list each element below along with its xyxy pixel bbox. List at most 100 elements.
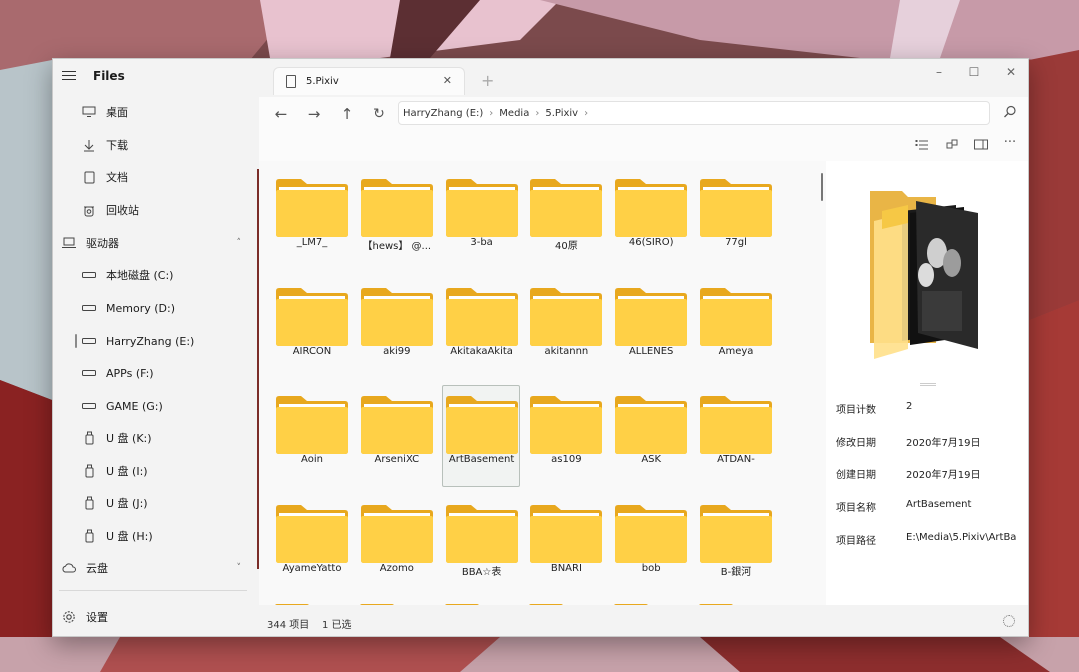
panel-resize-handle[interactable]: [920, 383, 936, 386]
sidebar-header: Files: [53, 59, 259, 95]
desktop-icon: [81, 104, 97, 120]
search-icon[interactable]: [1003, 105, 1019, 121]
toolbar: ···: [259, 131, 1028, 161]
chevron-right-icon: ›: [584, 107, 589, 119]
app-title: Files: [93, 69, 125, 83]
tab-label: 5.Pixiv: [306, 76, 339, 87]
breadcrumb-segment[interactable]: HarryZhang (E:): [403, 108, 483, 119]
sidebar-item-回收站[interactable]: 回收站: [59, 195, 247, 225]
folder-item[interactable]: ArseniXC: [357, 385, 435, 487]
sidebar: Files 桌面下载文档 回收站驱动器 ˄ 本地磁盘 (C:) Memory (D:) H…: [53, 59, 259, 636]
more-options-icon[interactable]: ···: [1002, 135, 1018, 150]
sidebar-item-驱动器[interactable]: 驱动器 ˄: [59, 228, 247, 258]
folder-item[interactable]: 77gl: [696, 168, 774, 270]
folder-item[interactable]: 【hews】 @...: [357, 168, 435, 270]
close-window-button[interactable]: ✕: [1001, 65, 1021, 79]
folder-item[interactable]: ATDAN-: [696, 385, 774, 487]
breadcrumb[interactable]: HarryZhang (E:) › Media › 5.Pixiv ›: [398, 101, 990, 125]
drive-icon: [81, 267, 97, 283]
sidebar-item-文档[interactable]: 文档: [59, 162, 247, 192]
chevron-up-icon[interactable]: ˄: [237, 238, 242, 248]
folder-item[interactable]: ASK: [611, 385, 689, 487]
back-arrow-icon[interactable]: ←: [271, 105, 291, 125]
layout-list-icon[interactable]: [914, 139, 930, 153]
folder-item[interactable]: 3-ba: [442, 168, 520, 270]
up-arrow-icon[interactable]: ↑: [337, 105, 357, 125]
sidebar-item-u-盘-j[interactable]: U 盘 (J:): [59, 488, 247, 518]
folder-grid: _LM7_ 【hews】 @... 3-ba 40原 46(SIRO) 77gl AIRCO…: [259, 161, 826, 605]
folder-item[interactable]: BBA☆表: [442, 494, 520, 596]
folder-name: AkitakaAkita: [450, 345, 513, 357]
folder-item[interactable]: 40原: [526, 168, 604, 270]
sidebar-item-u-盘-i[interactable]: U 盘 (I:): [59, 456, 247, 486]
sidebar-item-settings[interactable]: 设置: [59, 602, 247, 632]
sidebar-item-本地磁盘-c[interactable]: 本地磁盘 (C:): [59, 260, 247, 290]
sidebar-item-u-盘-h[interactable]: U 盘 (H:): [59, 521, 247, 551]
folder-name: BBA☆表: [461, 566, 502, 578]
grid-scrollbar[interactable]: [821, 173, 823, 201]
folder-item[interactable]: ArtBasement: [441, 385, 520, 487]
chevron-down-icon[interactable]: ˅: [237, 563, 242, 573]
folder-item[interactable]: ALLENES: [611, 277, 689, 379]
sidebar-item-label: 设置: [86, 611, 108, 624]
folder-item[interactable]: BNARI: [526, 494, 604, 596]
hamburger-menu-icon[interactable]: [62, 71, 76, 81]
sidebar-item-下载[interactable]: 下载: [59, 130, 247, 160]
folder-item[interactable]: AIRCON: [272, 277, 350, 379]
folder-name: 3-ba: [470, 237, 493, 248]
folder-name: ATDAN-: [717, 454, 755, 465]
refresh-icon[interactable]: ↻: [369, 105, 389, 125]
sidebar-item-label: 下载: [106, 139, 128, 152]
sidebar-item-u-盘-k[interactable]: U 盘 (K:): [59, 423, 247, 453]
folder-item[interactable]: Aoin: [272, 385, 350, 487]
sidebar-item-label: U 盘 (K:): [106, 432, 152, 445]
sidebar-item-memory-d[interactable]: Memory (D:): [59, 293, 247, 323]
sidebar-item-label: Memory (D:): [106, 301, 175, 315]
preview-pane: 项目计数 2 修改日期 2020年7月19日 创建日期 2020年7月19日 项…: [826, 161, 1028, 605]
folder-item[interactable]: _LM7_: [272, 168, 350, 270]
breadcrumb-segment[interactable]: Media: [499, 108, 529, 119]
folder-item[interactable]: B-銀河: [696, 494, 774, 596]
folder-item[interactable]: aki99: [357, 277, 435, 379]
sidebar-item-harryzhang-e[interactable]: HarryZhang (E:): [59, 326, 247, 356]
sidebar-item-game-g[interactable]: GAME (G:): [59, 391, 247, 421]
sidebar-item-云盘[interactable]: 云盘 ˅: [59, 553, 247, 583]
drive-icon: [81, 398, 97, 414]
folder-item[interactable]: AyameYatto: [272, 494, 350, 596]
preview-pane-icon[interactable]: [973, 139, 989, 153]
folder-item[interactable]: akitannn: [526, 277, 604, 379]
navigation-bar: ← → ↑ ↻ HarryZhang (E:) › Media › 5.Pixi…: [259, 97, 1028, 131]
folder-item[interactable]: AkitakaAkita: [442, 277, 520, 379]
breadcrumb-segment[interactable]: 5.Pixiv: [545, 108, 578, 119]
folder-item[interactable]: as109: [526, 385, 604, 487]
sidebar-item-桌面[interactable]: 桌面: [59, 97, 247, 127]
status-bar: 344 项目 1 已选: [259, 605, 1028, 636]
folder-item[interactable]: Ameya: [696, 277, 774, 379]
grid-view-icon[interactable]: [944, 139, 960, 153]
folder-item[interactable]: Azomo: [357, 494, 435, 596]
close-tab-icon[interactable]: ✕: [443, 74, 452, 87]
folder-name: 46(SIRO): [628, 237, 674, 248]
sidebar-item-label: 本地磁盘 (C:): [106, 269, 174, 282]
minimize-button[interactable]: –: [929, 65, 949, 79]
new-tab-button[interactable]: +: [481, 71, 494, 90]
sidebar-item-label: HarryZhang (E:): [106, 334, 195, 348]
folder-name: ALLENES: [628, 345, 674, 357]
folder-name: BNARI: [550, 562, 582, 574]
folder-name: AyameYatto: [282, 562, 342, 574]
sidebar-item-label: 驱动器: [86, 237, 119, 250]
forward-arrow-icon[interactable]: →: [304, 105, 324, 125]
maximize-button[interactable]: ☐: [964, 65, 984, 79]
folder-name: Azomo: [379, 562, 414, 574]
sidebar-item-label: U 盘 (H:): [106, 530, 153, 543]
folder-item[interactable]: bob: [611, 494, 689, 596]
drive-icon: [81, 300, 97, 316]
download-icon: [81, 137, 97, 153]
folder-name: aki99: [383, 345, 411, 357]
usb-drive-icon: [81, 495, 97, 511]
sidebar-item-apps-f[interactable]: APPs (F:): [59, 358, 247, 388]
usb-drive-icon: [81, 463, 97, 479]
folder-item[interactable]: 46(SIRO): [611, 168, 689, 270]
tab-5-pixiv[interactable]: 5.Pixiv ✕: [273, 67, 465, 95]
main-pane: 5.Pixiv ✕ + – ☐ ✕ ← → ↑ ↻ HarryZhang (E:…: [259, 59, 1028, 636]
